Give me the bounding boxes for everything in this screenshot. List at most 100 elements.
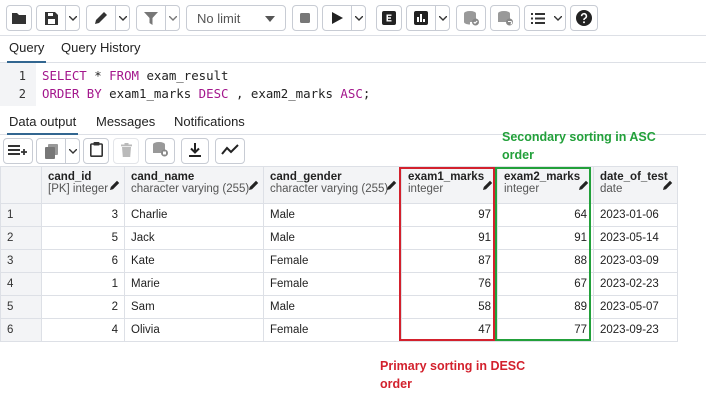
cell-exam2-marks[interactable]: 64	[497, 203, 594, 227]
column-header-exam1-marks[interactable]: exam1_marks integer	[401, 166, 498, 204]
cell-cand-name[interactable]: Kate	[124, 249, 264, 273]
cell-cand-id[interactable]: 5	[41, 226, 125, 250]
chevron-down-icon[interactable]	[551, 6, 565, 30]
column-header-exam2-marks[interactable]: exam2_marks integer	[497, 166, 594, 204]
cell-exam2-marks[interactable]: 67	[497, 272, 594, 296]
save-button[interactable]	[36, 5, 80, 31]
database-undo-icon	[497, 10, 514, 26]
chevron-down-icon[interactable]	[65, 139, 79, 163]
cell-exam1-marks[interactable]: 87	[401, 249, 498, 273]
edit-icon[interactable]	[249, 180, 259, 193]
edit-icon[interactable]	[579, 180, 589, 193]
cell-date-of-test[interactable]: 2023-02-23	[593, 272, 678, 296]
edit-button[interactable]	[86, 5, 130, 31]
chevron-down-icon[interactable]	[435, 6, 449, 30]
cell-cand-name[interactable]: Olivia	[124, 318, 264, 342]
cell-cand-name[interactable]: Marie	[124, 272, 264, 296]
cell-cand-name[interactable]: Jack	[124, 226, 264, 250]
commit-button[interactable]	[456, 5, 486, 31]
column-header-cand-gender[interactable]: cand_gender character varying (255)	[263, 166, 402, 204]
tab-messages[interactable]: Messages	[96, 114, 155, 129]
edit-icon[interactable]	[483, 180, 493, 193]
explain-button[interactable]	[376, 5, 402, 31]
row-number[interactable]: 6	[0, 318, 42, 342]
caret-down-icon	[265, 16, 275, 22]
download-button[interactable]	[181, 138, 209, 164]
save-data-button[interactable]	[145, 138, 175, 164]
delete-row-button[interactable]	[113, 138, 139, 164]
cell-cand-id[interactable]: 6	[41, 249, 125, 273]
row-number[interactable]: 5	[0, 295, 42, 319]
cell-date-of-test[interactable]: 2023-09-23	[593, 318, 678, 342]
cell-exam1-marks[interactable]: 97	[401, 203, 498, 227]
explain-analyze-button[interactable]	[406, 5, 450, 31]
row-number[interactable]: 1	[0, 203, 42, 227]
column-header-date-of-test[interactable]: date_of_test date	[593, 166, 678, 204]
cell-exam1-marks[interactable]: 76	[401, 272, 498, 296]
cell-date-of-test[interactable]: 2023-03-09	[593, 249, 678, 273]
main-toolbar: No limit	[0, 0, 706, 36]
edit-icon[interactable]	[387, 180, 397, 193]
cell-cand-gender[interactable]: Male	[263, 226, 402, 250]
table-row[interactable]: 5 2 Sam Male 58 89 2023-05-07	[0, 295, 678, 319]
cell-cand-name[interactable]: Sam	[124, 295, 264, 319]
table-row[interactable]: 4 1 Marie Female 76 67 2023-02-23	[0, 272, 678, 296]
cell-exam2-marks[interactable]: 89	[497, 295, 594, 319]
row-number[interactable]: 3	[0, 249, 42, 273]
cell-cand-name[interactable]: Charlie	[124, 203, 264, 227]
filter-button[interactable]	[136, 5, 180, 31]
cell-cand-gender[interactable]: Female	[263, 249, 402, 273]
cell-cand-gender[interactable]: Male	[263, 203, 402, 227]
row-number[interactable]: 2	[0, 226, 42, 250]
cell-cand-id[interactable]: 4	[41, 318, 125, 342]
table-row[interactable]: 2 5 Jack Male 91 91 2023-05-14	[0, 226, 678, 250]
add-row-button[interactable]	[3, 138, 33, 164]
chevron-down-icon[interactable]	[115, 6, 129, 30]
table-row[interactable]: 6 4 Olivia Female 47 77 2023-09-23	[0, 318, 678, 342]
open-file-button[interactable]	[6, 5, 32, 31]
table-row[interactable]: 1 3 Charlie Male 97 64 2023-01-06	[0, 203, 678, 227]
tab-query[interactable]: Query	[6, 40, 47, 63]
cell-exam1-marks[interactable]: 58	[401, 295, 498, 319]
row-number[interactable]: 4	[0, 272, 42, 296]
cell-cand-id[interactable]: 1	[41, 272, 125, 296]
execute-button[interactable]	[322, 5, 366, 31]
edit-icon	[87, 11, 115, 25]
cell-cand-id[interactable]: 2	[41, 295, 125, 319]
edit-icon[interactable]	[663, 180, 673, 193]
column-header-cand-id[interactable]: cand_id [PK] integer	[41, 166, 125, 204]
chevron-down-icon[interactable]	[65, 6, 79, 30]
stop-button[interactable]	[292, 5, 318, 31]
tab-data-output[interactable]: Data output	[6, 114, 79, 135]
annotation-text: order	[502, 148, 534, 162]
tab-notifications[interactable]: Notifications	[174, 114, 245, 129]
cell-exam2-marks[interactable]: 88	[497, 249, 594, 273]
copy-button[interactable]	[36, 138, 80, 164]
paste-button[interactable]	[83, 138, 109, 164]
cell-cand-gender[interactable]: Female	[263, 318, 402, 342]
cell-cand-id[interactable]: 3	[41, 203, 125, 227]
cell-exam2-marks[interactable]: 77	[497, 318, 594, 342]
tab-query-history[interactable]: Query History	[61, 40, 140, 55]
sql-editor[interactable]: 1 2 SELECT * FROM exam_result ORDER BY e…	[0, 63, 706, 106]
cell-date-of-test[interactable]: 2023-05-07	[593, 295, 678, 319]
cell-date-of-test[interactable]: 2023-01-06	[593, 203, 678, 227]
cell-exam1-marks[interactable]: 91	[401, 226, 498, 250]
cell-exam2-marks[interactable]: 91	[497, 226, 594, 250]
cell-cand-gender[interactable]: Male	[263, 295, 402, 319]
table-row[interactable]: 3 6 Kate Female 87 88 2023-03-09	[0, 249, 678, 273]
sql-text: *	[86, 68, 110, 83]
chevron-down-icon[interactable]	[165, 6, 179, 30]
graph-visualiser-button[interactable]	[215, 138, 245, 164]
help-button[interactable]	[570, 5, 598, 31]
rollback-button[interactable]	[490, 5, 520, 31]
cell-exam1-marks[interactable]: 47	[401, 318, 498, 342]
column-name: cand_id	[48, 171, 92, 183]
cell-date-of-test[interactable]: 2023-05-14	[593, 226, 678, 250]
edit-icon[interactable]	[110, 180, 120, 193]
column-header-cand-name[interactable]: cand_name character varying (255)	[124, 166, 264, 204]
macros-button[interactable]	[524, 5, 566, 31]
cell-cand-gender[interactable]: Female	[263, 272, 402, 296]
chevron-down-icon[interactable]	[351, 6, 365, 30]
row-limit-select[interactable]: No limit	[186, 5, 286, 31]
